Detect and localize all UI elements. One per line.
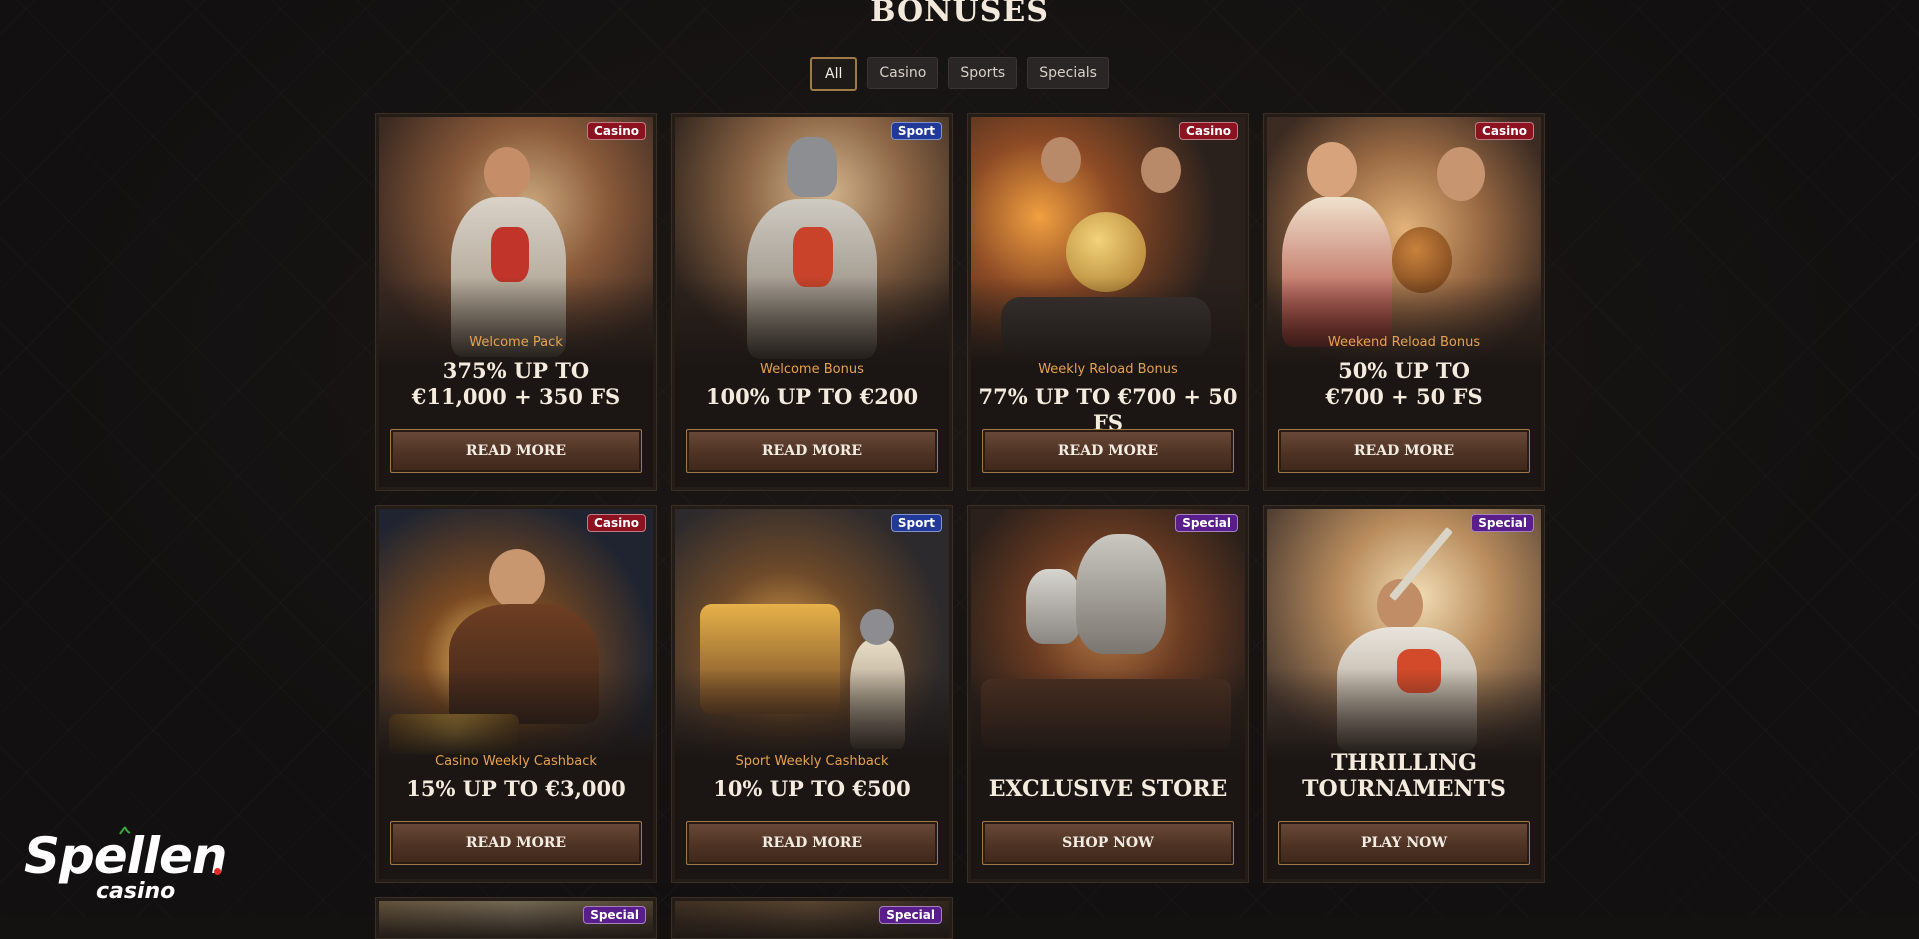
read-more-button[interactable]: READ MORE [686,429,938,473]
category-badge: Casino [587,122,646,140]
bonus-card-image [379,117,653,367]
bonus-card: Sport Sport Weekly Cashback 10% UP TO €5… [671,505,953,883]
category-badge: Casino [587,514,646,532]
bonus-card-image [675,117,949,367]
category-badge: Sport [890,514,942,532]
bonus-card: Casino Weekly Reload Bonus 77% UP TO €70… [967,113,1249,491]
category-badge: Special [583,906,646,924]
read-more-button[interactable]: READ MORE [390,429,642,473]
play-now-button[interactable]: PLAY NOW [1278,821,1530,865]
bonus-card-image [971,509,1245,759]
filter-tabs: All Casino Sports Specials [0,57,1919,91]
bonus-card: Special THRILLING TOURNAMENTS PLAY NOW [1263,505,1545,883]
bonus-card-image [1267,509,1541,759]
bonus-card: Sport Welcome Bonus 100% UP TO €200 READ… [671,113,953,491]
bonus-card: Casino Casino Weekly Cashback 15% UP TO … [375,505,657,883]
bonus-headline: 100% UP TO €200 [705,384,919,409]
category-badge: Casino [1475,122,1534,140]
bonus-headline: 10% UP TO €500 [713,776,911,801]
filter-tab-casino[interactable]: Casino [867,57,939,89]
bonus-headline: 375% UP TO €11,000 + 350 FS [411,358,621,409]
logo-dot [214,868,221,875]
bonus-card-image [971,117,1245,367]
bonus-card-image [675,509,949,759]
bonus-subtitle: Casino Weekly Cashback [435,754,597,769]
bonus-card-partial: Special [671,897,953,939]
page-title: BONUSES [870,0,1049,29]
read-more-button[interactable]: READ MORE [1278,429,1530,473]
bonus-card: Casino Weekend Reload Bonus 50% UP TO €7… [1263,113,1545,491]
bonus-headline: 15% UP TO €3,000 [406,776,626,801]
read-more-button[interactable]: READ MORE [686,821,938,865]
bonus-subtitle: Welcome Bonus [760,362,864,377]
category-badge: Special [1471,514,1534,532]
bonus-subtitle: Weekly Reload Bonus [1038,362,1178,377]
bonus-headline: THRILLING TOURNAMENTS [1302,750,1506,802]
read-more-button[interactable]: READ MORE [982,429,1234,473]
bonus-card: Special EXCLUSIVE STORE SHOP NOW [967,505,1249,883]
brand-logo[interactable]: Spellen casino [24,826,229,904]
filter-tab-sports[interactable]: Sports [948,57,1018,89]
bonus-card-image [1267,117,1541,367]
category-badge: Special [879,906,942,924]
category-badge: Sport [890,122,942,140]
bonus-headline: 50% UP TO €700 + 50 FS [1325,358,1483,409]
bonus-subtitle: Sport Weekly Cashback [735,754,889,769]
category-badge: Special [1175,514,1238,532]
logo-wordmark: Spellen [24,827,227,885]
bonus-headline: EXCLUSIVE STORE [988,776,1228,802]
bonus-card-image [379,509,653,759]
filter-tab-specials[interactable]: Specials [1027,57,1109,89]
bonus-grid: Casino Welcome Pack 375% UP TO €11,000 +… [375,113,1547,939]
category-badge: Casino [1179,122,1238,140]
shop-now-button[interactable]: SHOP NOW [982,821,1234,865]
logo-subtext: casino [96,879,176,904]
bonus-subtitle: Welcome Pack [469,335,563,350]
read-more-button[interactable]: READ MORE [390,821,642,865]
bonus-card-partial: Special [375,897,657,939]
filter-tab-all[interactable]: All [810,57,858,91]
bonus-subtitle: Weekend Reload Bonus [1327,335,1481,350]
bonus-card: Casino Welcome Pack 375% UP TO €11,000 +… [375,113,657,491]
